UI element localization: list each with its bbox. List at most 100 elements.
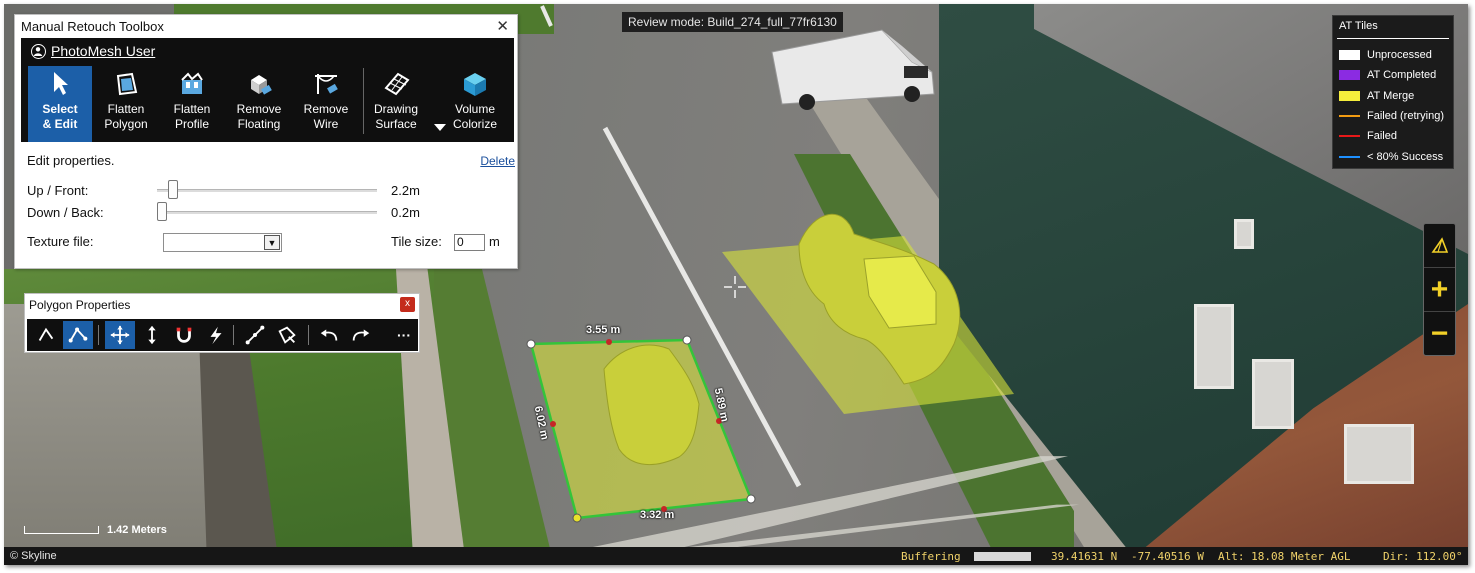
at-tiles-legend: AT Tiles Unprocessed AT Completed AT Merge… xyxy=(1332,15,1454,169)
tool-label: Remove Wire xyxy=(303,102,349,131)
zoom-in-button[interactable]: + xyxy=(1424,268,1455,312)
legend-label: Failed xyxy=(1367,130,1397,143)
split-icon xyxy=(210,326,222,345)
legend-swatch xyxy=(1339,115,1360,118)
polygon-properties-panel: Polygon Properties x ··· xyxy=(24,293,420,353)
copyright-label: © Skyline xyxy=(10,550,57,562)
close-polygon-properties-button[interactable]: x xyxy=(400,297,415,312)
zoom-out-button[interactable]: − xyxy=(1424,312,1455,356)
tile-size-label: Tile size: xyxy=(391,234,442,249)
buffering-progress xyxy=(974,552,1031,561)
up-front-value: 2.2m xyxy=(391,183,420,198)
down-back-value: 0.2m xyxy=(391,205,420,220)
parked-van xyxy=(771,29,935,110)
more-tools-dropdown-icon[interactable] xyxy=(434,124,446,131)
tool-remove-floating-button[interactable]: Remove Floating xyxy=(227,66,291,142)
edge-length-bottom: 3.32 m xyxy=(640,509,675,521)
snap-magnet-button[interactable] xyxy=(169,321,199,349)
vertical-move-button[interactable] xyxy=(137,321,167,349)
chevron-down-icon: ▼ xyxy=(264,235,280,250)
texture-file-label: Texture file: xyxy=(27,234,94,249)
polygon-toolbar: ··· xyxy=(27,319,418,351)
polygon-properties-title: Polygon Properties xyxy=(29,298,131,312)
delete-link[interactable]: Delete xyxy=(480,154,515,168)
latitude-readout: 39.41631 N xyxy=(1051,550,1118,563)
tool-label: Volume Colorize xyxy=(452,102,497,131)
ribbon-divider xyxy=(363,68,364,134)
legend-title: AT Tiles xyxy=(1339,20,1378,32)
edge-length-top: 3.55 m xyxy=(586,324,621,336)
edit-vertices-icon xyxy=(68,327,88,343)
toolbar-divider xyxy=(233,325,234,345)
legend-item: < 80% Success xyxy=(1333,146,1453,166)
undo-curve-icon xyxy=(38,327,54,341)
flatten-profile-icon xyxy=(181,72,203,94)
compass-button[interactable] xyxy=(1424,224,1455,268)
up-front-label: Up / Front: xyxy=(27,183,89,198)
window xyxy=(1194,304,1234,389)
more-button[interactable]: ··· xyxy=(389,321,419,349)
tile-size-input[interactable]: 0 xyxy=(454,234,485,251)
tool-remove-wire-button[interactable]: Remove Wire xyxy=(294,66,358,142)
lane-line xyxy=(540,5,553,27)
undo-button[interactable] xyxy=(314,321,344,349)
direction-readout: Dir: 112.00° xyxy=(1383,550,1463,563)
window xyxy=(1252,359,1294,429)
edit-properties-heading: Edit properties. xyxy=(27,153,115,168)
redo-icon xyxy=(352,329,370,341)
drawing-surface-icon xyxy=(384,72,410,96)
move-button[interactable] xyxy=(105,321,135,349)
legend-swatch xyxy=(1339,155,1360,158)
edit-properties-panel: Edit properties. Delete Up / Front: 2.2m… xyxy=(27,153,515,263)
snap-magnet-icon xyxy=(176,327,192,343)
tile-size-unit: m xyxy=(489,234,500,249)
tool-label: Flatten Polygon xyxy=(104,102,148,131)
tool-label: Drawing Surface xyxy=(373,102,418,131)
edit-polygon[interactable] xyxy=(519,329,764,529)
crosshair-icon xyxy=(724,276,746,298)
tool-flatten-profile-button[interactable]: Flatten Profile xyxy=(160,66,224,142)
more-icon: ··· xyxy=(397,327,411,343)
tool-pointer-button[interactable]: Select & Edit xyxy=(28,66,92,142)
down-back-slider-thumb[interactable] xyxy=(157,202,167,221)
tool-flatten-polygon-button[interactable]: Flatten Polygon xyxy=(94,66,158,142)
legend-item: AT Completed xyxy=(1333,65,1453,85)
user-icon xyxy=(31,43,46,59)
redo-button[interactable] xyxy=(346,321,376,349)
volume-colorize-icon xyxy=(464,73,486,96)
delete-vertex-button[interactable] xyxy=(272,321,302,349)
texture-file-select[interactable]: ▼ xyxy=(163,233,282,252)
flatten-polygon-icon xyxy=(116,72,138,96)
3d-viewport[interactable]: 3.55 m 5.89 m 6.02 m 3.32 m Review mode:… xyxy=(4,4,1468,565)
user-link[interactable]: PhotoMesh User xyxy=(31,43,155,59)
legend-label: AT Merge xyxy=(1367,89,1415,102)
tool-label: Remove Floating xyxy=(236,102,282,131)
edit-vertices-button[interactable] xyxy=(63,321,93,349)
close-toolbox-button[interactable]: ✕ xyxy=(496,15,509,38)
split-button[interactable] xyxy=(201,321,231,349)
down-back-slider-track[interactable] xyxy=(157,211,377,214)
add-vertex-button[interactable] xyxy=(240,321,270,349)
tool-volume-colorize-button[interactable]: Volume Colorize xyxy=(443,66,507,142)
compass-icon xyxy=(1430,236,1448,253)
legend-item: Failed (retrying) xyxy=(1333,106,1453,126)
review-mode-label: Review mode: Build_274_full_77fr6130 xyxy=(622,12,843,32)
undo-curve-button[interactable] xyxy=(31,321,61,349)
up-front-slider-track[interactable] xyxy=(157,189,377,192)
delete-vertex-icon xyxy=(278,326,296,344)
toolbar-divider xyxy=(98,325,99,345)
user-name: PhotoMesh User xyxy=(51,43,156,59)
legend-item: Failed xyxy=(1333,126,1453,146)
status-bar: © Skyline Buffering 39.41631 N -77.40516… xyxy=(4,547,1468,565)
tool-drawing-surface-button[interactable]: Drawing Surface xyxy=(364,66,428,142)
legend-label: Failed (retrying) xyxy=(1367,110,1445,123)
legend-label: < 80% Success xyxy=(1367,150,1444,163)
tool-label: Select & Edit xyxy=(42,102,78,131)
manual-retouch-toolbox: Manual Retouch Toolbox ✕ PhotoMesh User … xyxy=(14,14,518,269)
remove-wire-icon xyxy=(315,74,338,94)
legend-swatch xyxy=(1339,135,1360,138)
legend-label: AT Completed xyxy=(1367,69,1437,82)
window xyxy=(1344,424,1414,484)
window xyxy=(1234,219,1254,249)
up-front-slider-thumb[interactable] xyxy=(168,180,178,199)
